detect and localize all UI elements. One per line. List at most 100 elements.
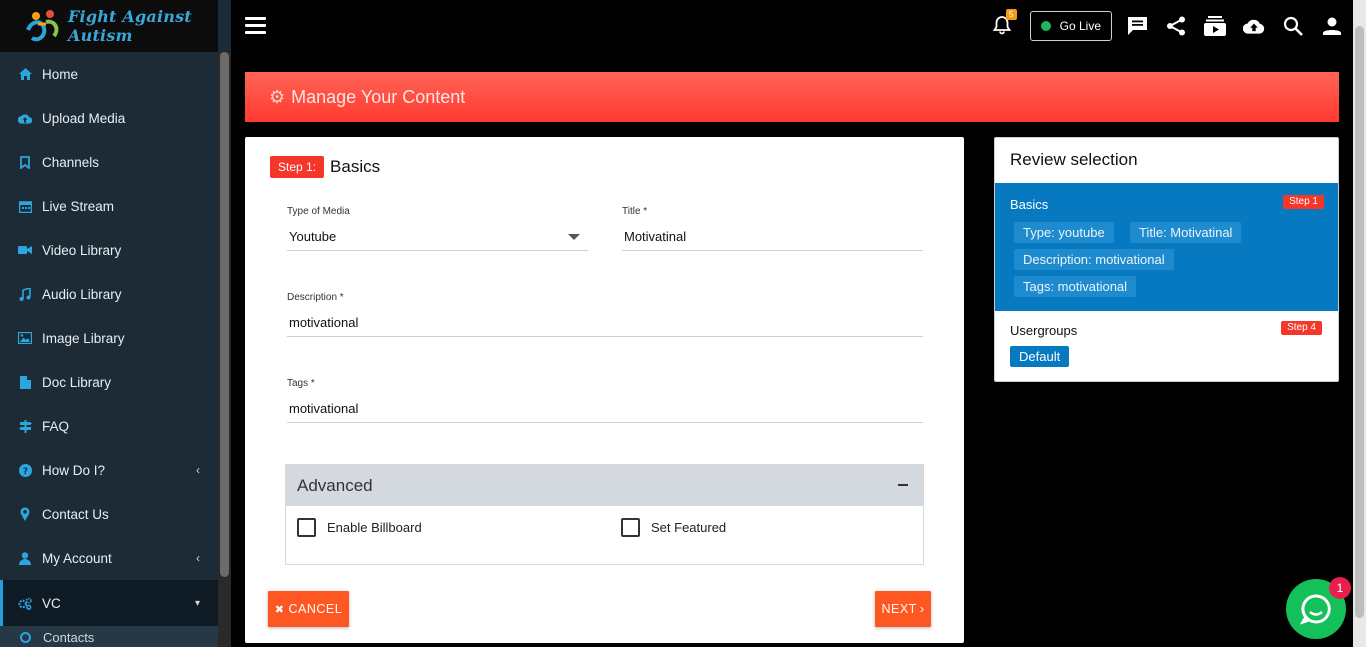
description-input[interactable]: motivational	[287, 315, 923, 337]
chevron-left-icon: ‹	[196, 463, 200, 477]
share-icon[interactable]	[1165, 15, 1187, 37]
sidebar-scrollbar-thumb[interactable]	[220, 52, 229, 577]
video-camera-icon	[18, 243, 32, 257]
music-note-icon	[18, 287, 32, 301]
step-badge: Step 1:	[270, 156, 325, 178]
user-icon[interactable]	[1321, 15, 1343, 37]
checkbox-icon[interactable]	[621, 518, 640, 537]
checkbox-icon[interactable]	[297, 518, 316, 537]
cloud-upload-icon	[18, 111, 32, 125]
logo[interactable]: Fight Against Autism	[0, 0, 218, 52]
cloud-upload-icon[interactable]	[1243, 15, 1265, 37]
sidebar-item-label: Channels	[42, 154, 100, 170]
next-button[interactable]: NEXT ›	[875, 591, 931, 627]
review-chip-default: Default	[1010, 346, 1070, 367]
chat-icon[interactable]	[1126, 15, 1148, 37]
content-form-card: Step 1: Basics Type of Media Youtube Tit…	[245, 137, 964, 643]
title-input[interactable]: Motivatinal	[622, 229, 923, 251]
advanced-panel: Advanced Enable Billboard Set Featured	[285, 464, 924, 565]
description-field: Description * motivational	[287, 292, 923, 337]
sidebar-item-label: Contact Us	[42, 506, 109, 522]
chat-unread-badge: 1	[1329, 577, 1351, 599]
sidebar-item-label: Image Library	[42, 330, 125, 346]
review-usergroups-label: Usergroups	[1010, 323, 1078, 338]
sidebar-item-how-do-i[interactable]: ? How Do I? ‹	[0, 448, 218, 492]
page-scrollbar[interactable]	[1353, 0, 1366, 647]
sidebar-item-home[interactable]: Home	[0, 52, 218, 96]
sidebar-item-label: FAQ	[42, 418, 70, 434]
user-icon	[18, 551, 32, 565]
description-label: Description *	[287, 292, 344, 303]
home-icon	[18, 67, 32, 81]
advanced-panel-body: Enable Billboard Set Featured	[286, 506, 923, 565]
image-icon	[18, 331, 32, 345]
sidebar-item-my-account[interactable]: My Account ‹	[0, 536, 218, 580]
next-label: NEXT	[881, 602, 917, 616]
review-selection-panel: Review selection Basics Step 1 Type: you…	[994, 137, 1339, 382]
advanced-title: Advanced	[297, 475, 373, 495]
set-featured-label: Set Featured	[651, 520, 727, 535]
search-icon[interactable]	[1282, 15, 1304, 37]
circle-icon	[20, 631, 31, 643]
review-chip-title: Title: Motivatinal	[1130, 222, 1242, 243]
sidebar-item-label: Home	[42, 66, 79, 82]
sidebar-item-doc-library[interactable]: Doc Library	[0, 360, 218, 404]
step-name: Basics	[330, 157, 381, 176]
sidebar-item-image-library[interactable]: Image Library	[0, 316, 218, 360]
logo-text: Fight Against Autism	[68, 7, 192, 45]
playlist-icon[interactable]	[1204, 15, 1226, 37]
signpost-icon	[18, 419, 32, 433]
page-title: Manage Your Content	[291, 86, 466, 107]
chevron-left-icon: ‹	[196, 551, 200, 565]
title-label: Title *	[622, 206, 648, 217]
sidebar-item-faq[interactable]: FAQ	[0, 404, 218, 448]
chevron-right-icon: ›	[919, 602, 925, 616]
sidebar-item-label: My Account	[42, 550, 112, 566]
review-basics-section[interactable]: Basics Step 1 Type: youtube Title: Motiv…	[995, 183, 1338, 311]
notification-badge: 5	[1005, 9, 1017, 20]
cancel-label: CANCEL	[288, 602, 343, 616]
collapse-icon[interactable]	[898, 484, 908, 486]
sidebar-item-video-library[interactable]: Video Library	[0, 228, 218, 272]
sidebar-item-vc[interactable]: VC ▾	[0, 580, 218, 626]
hamburger-menu-icon[interactable]	[245, 17, 266, 34]
go-live-button[interactable]: Go Live	[1029, 11, 1112, 41]
svg-text:?: ?	[22, 467, 27, 477]
page-scrollbar-thumb[interactable]	[1355, 26, 1364, 618]
set-featured-checkbox[interactable]: Set Featured	[621, 518, 726, 537]
advanced-panel-header[interactable]: Advanced	[286, 465, 923, 506]
sidebar-item-label: Doc Library	[42, 374, 112, 390]
sidebar: Fight Against Autism Home Upload Media C…	[0, 0, 231, 647]
type-of-media-select[interactable]: Youtube	[287, 229, 588, 251]
type-of-media-value: Youtube	[289, 229, 337, 244]
bell-icon[interactable]: 5	[992, 9, 1017, 37]
sidebar-item-upload-media[interactable]: Upload Media	[0, 96, 218, 140]
sidebar-item-live-stream[interactable]: Live Stream	[0, 184, 218, 228]
app-root: Fight Against Autism Home Upload Media C…	[0, 0, 1366, 647]
sidebar-subitem-contacts[interactable]: Contacts	[0, 626, 218, 647]
chevron-down-icon: ▾	[194, 597, 200, 609]
sidebar-scrollbar[interactable]	[218, 52, 231, 647]
sidebar-item-label: How Do I?	[42, 462, 106, 478]
title-field: Title * Motivatinal	[622, 206, 923, 251]
main-content: ⚙ Manage Your Content Step 1: Basics Typ…	[231, 52, 1353, 647]
chat-bubble-icon	[1300, 594, 1331, 625]
cancel-button[interactable]: ✖ CANCEL	[268, 591, 349, 627]
review-chip-description: Description: motivational	[1014, 249, 1174, 270]
logo-icon	[24, 8, 64, 44]
sidebar-item-label: VC	[42, 595, 61, 611]
sidebar-menu: Home Upload Media Channels Live Stream V…	[0, 52, 218, 647]
review-title: Review selection	[1010, 150, 1138, 169]
sidebar-item-contact-us[interactable]: Contact Us	[0, 492, 218, 536]
sidebar-item-channels[interactable]: Channels	[0, 140, 218, 184]
sidebar-subitem-label: Contacts	[43, 629, 95, 645]
tags-label: Tags *	[287, 378, 315, 389]
map-pin-icon	[18, 507, 32, 521]
page-header-banner: ⚙ Manage Your Content	[245, 72, 1339, 122]
enable-billboard-checkbox[interactable]: Enable Billboard	[297, 518, 422, 537]
sidebar-item-audio-library[interactable]: Audio Library	[0, 272, 218, 316]
tags-input[interactable]: motivational	[287, 401, 923, 423]
calendar-icon	[18, 199, 32, 213]
type-of-media-label: Type of Media	[287, 206, 350, 217]
review-basics-label: Basics	[1010, 197, 1049, 212]
